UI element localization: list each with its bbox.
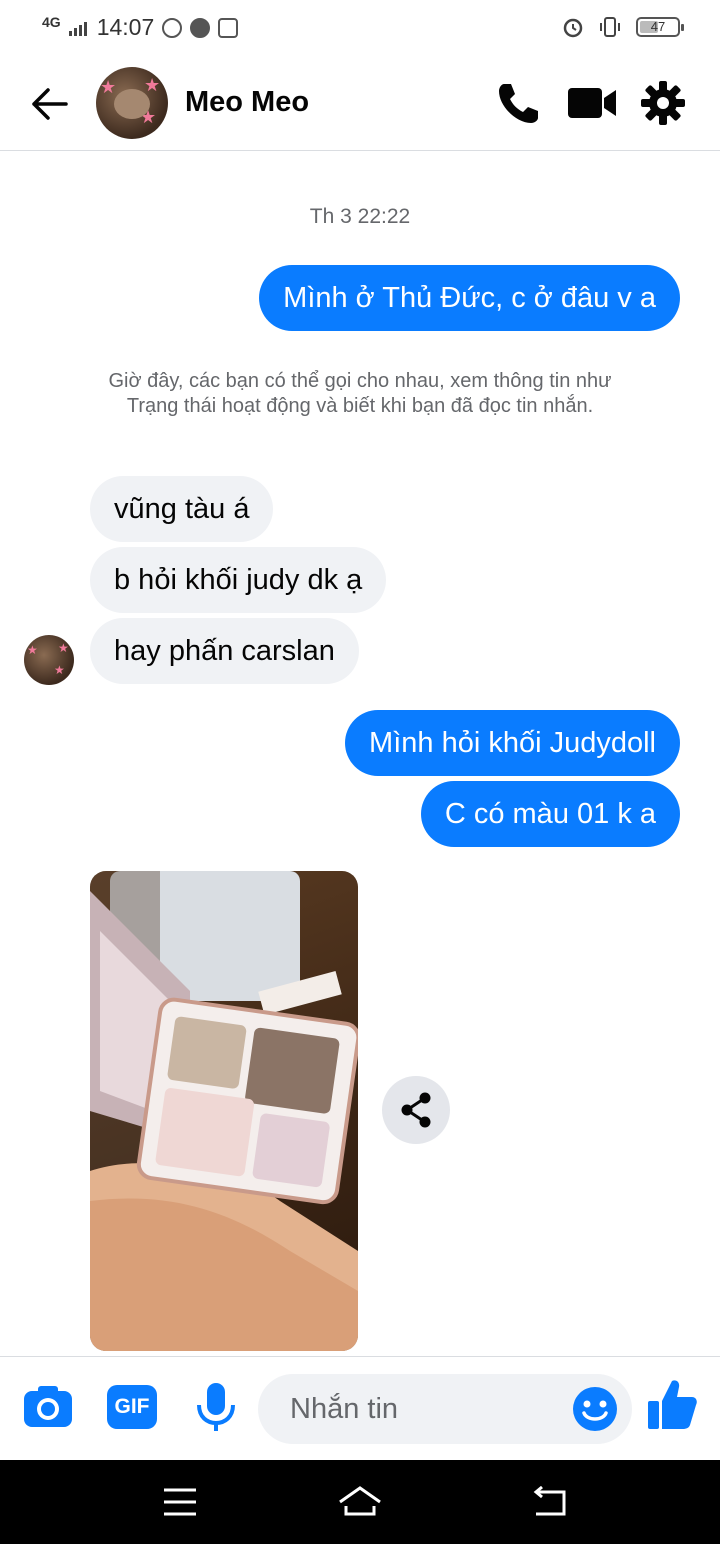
- back-nav-icon[interactable]: [530, 1486, 570, 1518]
- thumbs-up-icon[interactable]: [646, 1377, 698, 1433]
- message-bubble-outgoing[interactable]: Mình hỏi khối Judydoll: [345, 710, 680, 776]
- battery-icon: 47: [636, 17, 684, 37]
- zalo-icon: [162, 17, 183, 38]
- avatar[interactable]: ★ ★ ★: [96, 67, 168, 139]
- gif-icon[interactable]: GIF: [107, 1385, 157, 1429]
- message-list[interactable]: Th 3 22:22 Mình ở Thủ Đức, c ở đâu v a G…: [0, 151, 720, 1356]
- network-indicator: 4G: [42, 13, 61, 30]
- phone-icon[interactable]: [494, 78, 544, 128]
- contact-name[interactable]: Meo Meo: [185, 86, 309, 119]
- microphone-icon[interactable]: [190, 1381, 242, 1433]
- message-bubble-outgoing[interactable]: C có màu 01 k a: [420, 781, 680, 847]
- palette-photo: [90, 871, 358, 1351]
- home-icon[interactable]: [336, 1484, 384, 1520]
- timestamp: Th 3 22:22: [309, 205, 411, 228]
- vibrate-icon: [600, 17, 620, 37]
- shopee-icon: [218, 17, 239, 38]
- globe-icon: [190, 17, 211, 38]
- status-bar-left: 4G 14:07: [42, 13, 239, 41]
- status-bar-right: 47: [562, 16, 684, 38]
- signal-icon: [68, 21, 87, 36]
- message-bubble-incoming[interactable]: vũng tàu á: [90, 476, 274, 542]
- emoji-icon[interactable]: [572, 1386, 618, 1432]
- back-arrow-icon[interactable]: [28, 84, 70, 124]
- alarm-icon: [563, 18, 583, 38]
- sender-avatar[interactable]: ★ ★ ★: [24, 635, 74, 685]
- share-button[interactable]: [382, 1076, 450, 1144]
- message-bubble-incoming[interactable]: b hỏi khối judy dk ạ: [90, 547, 387, 613]
- message-bubble-incoming[interactable]: hay phấn carslan: [90, 618, 359, 684]
- video-camera-icon[interactable]: [568, 78, 618, 128]
- share-icon: [401, 1092, 431, 1128]
- status-bar: 4G 14:07 47: [0, 0, 720, 56]
- menu-icon[interactable]: [162, 1486, 198, 1518]
- message-input-placeholder: Nhắn tin: [290, 1393, 399, 1425]
- message-composer: GIF Nhắn tin: [0, 1356, 720, 1461]
- message-bubble-outgoing[interactable]: Mình ở Thủ Đức, c ở đâu v a: [259, 265, 680, 331]
- camera-icon[interactable]: [22, 1381, 74, 1433]
- message-input[interactable]: Nhắn tin: [258, 1374, 632, 1444]
- clock: 14:07: [96, 14, 155, 40]
- system-nav-bar: [0, 1460, 720, 1544]
- gif-label: GIF: [114, 1395, 150, 1418]
- gear-icon[interactable]: [638, 78, 688, 128]
- chat-header: ★ ★ ★ Meo Meo: [0, 56, 720, 151]
- system-notice: Giờ đây, các bạn có thể gọi cho nhau, xe…: [108, 370, 612, 417]
- photo-message[interactable]: [90, 871, 358, 1351]
- battery-level: 47: [650, 19, 666, 34]
